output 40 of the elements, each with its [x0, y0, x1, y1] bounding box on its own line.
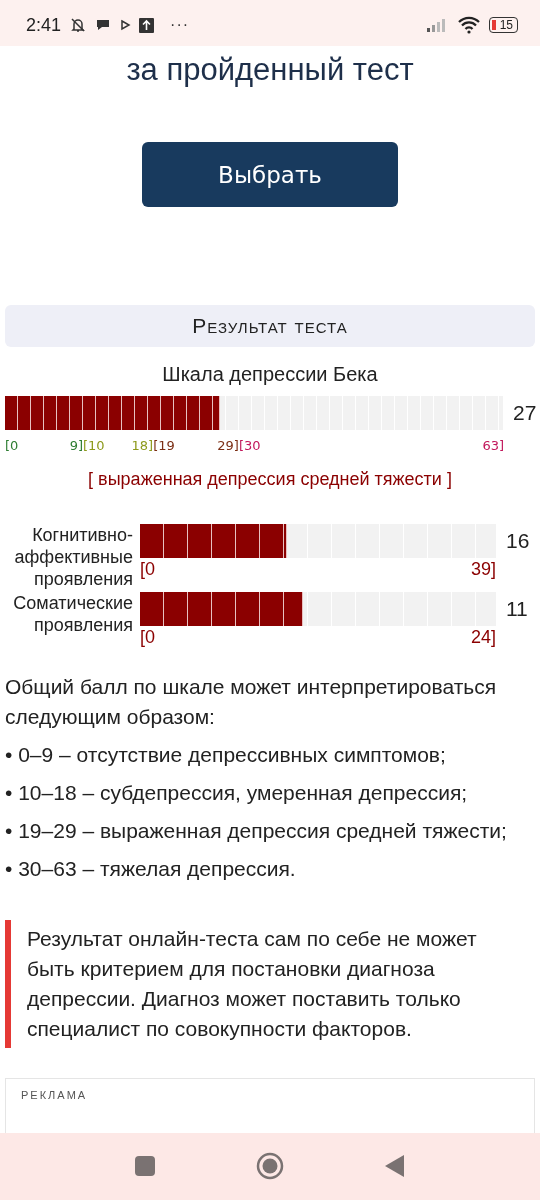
home-icon[interactable] — [256, 1151, 284, 1180]
ad-label: РЕКЛАМА — [21, 1089, 88, 1101]
more-notifications: ··· — [170, 16, 190, 34]
interpretation-item: • 0–9 – отсутствие депрессивных симптомов; — [5, 742, 447, 768]
subscale-value: 11 — [506, 597, 528, 621]
back-icon[interactable] — [384, 1153, 406, 1178]
interpretation-item: • 30–63 – тяжелая депрессия. — [5, 856, 297, 882]
subscale-label: Когнитивно-аффективные проявления — [13, 524, 134, 590]
range-start-label: [0 — [5, 438, 19, 453]
upload-icon — [139, 17, 155, 33]
range-end-label: 18] — [131, 438, 154, 453]
subscale-min-label: [0 — [140, 558, 155, 580]
range-start-label: [19 — [153, 438, 175, 453]
interpretation-item: • 10–18 – субдепрессия, умеренная депрессия; — [5, 780, 469, 806]
chat-icon — [95, 18, 112, 32]
subscale-max-label: 24] — [470, 626, 496, 648]
interpretation-text: Общий балл по шкале может интерпретироваться следующим образом: — [5, 674, 498, 730]
subscale-label: Соматические проявления — [12, 592, 134, 636]
battery-indicator: 15 — [488, 17, 518, 33]
range-start-label: [10 — [82, 438, 105, 453]
range-start-label: [30 — [238, 438, 261, 453]
subscale-value: 16 — [506, 529, 530, 553]
range-end-label: 29] — [217, 438, 239, 453]
choose-button[interactable]: Выбрать — [142, 142, 398, 207]
result-header: Результат теста — [5, 305, 535, 347]
score-value: 27 — [513, 401, 537, 425]
subscale-max-label: 39] — [470, 558, 496, 580]
recents-icon[interactable] — [134, 1154, 156, 1177]
clock: 2:41 — [26, 14, 62, 36]
subscale-min-label: [0 — [140, 626, 155, 648]
play-icon — [119, 19, 132, 31]
page-heading: за пройденный тест — [125, 51, 415, 89]
range-end-label: 9] — [69, 438, 83, 453]
disclaimer-note: Результат онлайн-теста сам по себе не может быть критерием для постановки диагноза депрессии. Диагноз может поставить только специалист по совокупности факторов. — [5, 920, 535, 1048]
range-end-label: 63] — [482, 438, 504, 453]
scale-title: Шкала депрессии Бека — [161, 363, 379, 386]
result-verdict: [ выраженная депрессия средней тяжести ] — [87, 469, 453, 490]
bell-off-icon — [69, 16, 88, 34]
wifi-icon — [456, 16, 481, 34]
interpretation-item: • 19–29 – выраженная депрессия средней тяжести; — [5, 818, 508, 844]
